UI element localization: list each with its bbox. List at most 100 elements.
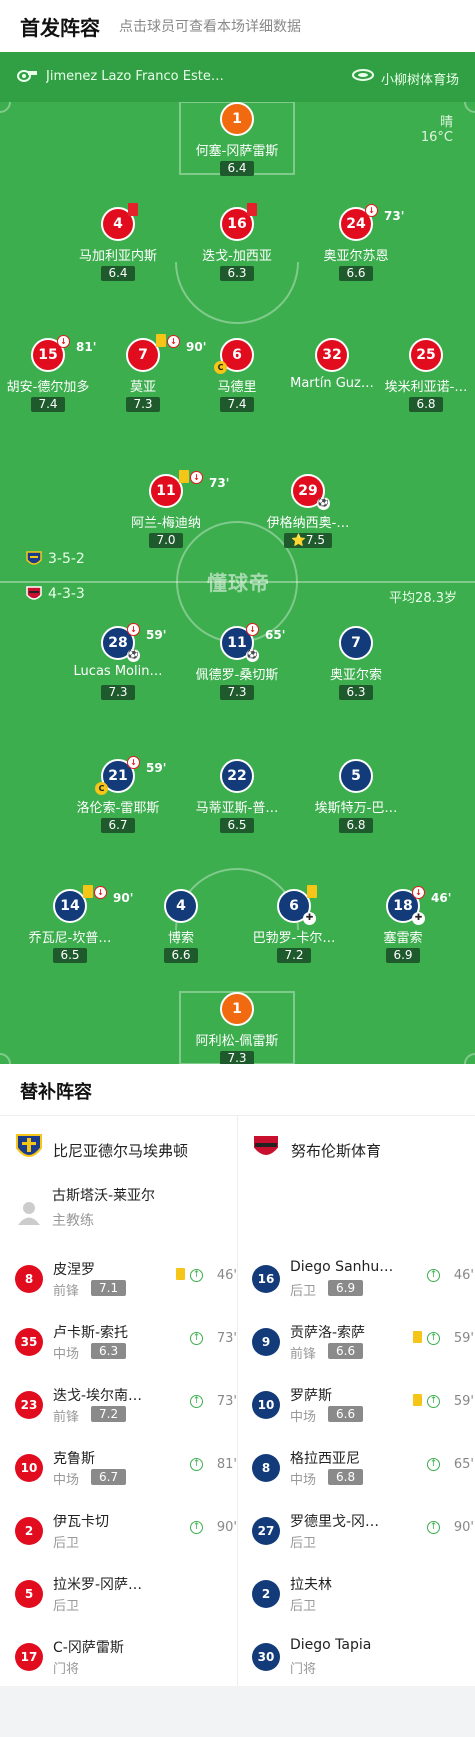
home-team-badge-icon: [26, 551, 42, 565]
home-player-29[interactable]: 29 ⚽ 伊格纳西奥-… ⭐7.5: [253, 474, 363, 548]
sub-position: 前锋: [290, 1347, 317, 1362]
yellow-card-icon: [413, 1331, 422, 1343]
yellow-card-icon: [156, 334, 166, 347]
sub-name: 拉夫林: [290, 1577, 332, 1593]
away-player-14[interactable]: 14 ↓ 90' 乔瓦尼-坎普… 6.5: [15, 885, 133, 963]
sub-name: 伊瓦卡切: [53, 1514, 109, 1530]
sub-in-icon: ↑: [427, 1395, 440, 1408]
home-player-16[interactable]: 16 迭戈-加西亚 6.3: [182, 203, 292, 281]
away-sub-row[interactable]: 8 格拉西亚尼 中场 6.8 ↑ 65': [252, 1446, 475, 1496]
substitutes-section: 替补阵容 比尼亚德尔马埃弗顿 努布伦斯体育 古斯塔沃-莱亚尔 主教练 8 皮涅罗…: [0, 1064, 475, 1686]
sub-position: 中场: [290, 1473, 317, 1488]
player-rating: 6.4: [220, 161, 254, 176]
sub-number: 9: [252, 1328, 280, 1356]
yellow-card-icon: [307, 885, 317, 898]
sub-time: 73': [384, 209, 405, 223]
sub-out-icon: ↓: [167, 335, 180, 348]
sub-in-icon: ↑: [427, 1332, 440, 1345]
away-sub-row[interactable]: 2 拉夫林 后卫: [252, 1572, 475, 1622]
away-player-1[interactable]: 1 阿利松-佩雷斯 7.3: [182, 992, 292, 1064]
sub-position: 后卫: [53, 1599, 80, 1614]
away-team-badge-icon: [252, 1134, 280, 1157]
home-player-25[interactable]: 25 埃米利亚诺-… 6.8: [371, 338, 475, 412]
captain-badge: C: [95, 782, 108, 795]
sub-number: 17: [15, 1643, 43, 1671]
away-sub-row[interactable]: 27 罗德里戈-冈… 后卫 ↑ 90': [252, 1509, 475, 1559]
player-number: 28 ↓ 59' ⚽: [101, 623, 166, 662]
lineup-header: 首发阵容 点击球员可查看本场详细数据: [0, 0, 475, 52]
player-name: 埃米利亚诺-…: [384, 380, 468, 393]
sub-number: 8: [15, 1265, 43, 1293]
sub-time: 59': [453, 1394, 474, 1409]
away-sub-row[interactable]: 9 贡萨洛-索萨 前锋 6.6 ↑ 59': [252, 1320, 475, 1370]
away-player-11[interactable]: 11 ↓ 65' ⚽ 佩德罗-桑切斯 7.3: [182, 623, 292, 700]
home-player-6[interactable]: 6C 马德里 7.4: [182, 338, 292, 412]
home-player-4[interactable]: 4 马加利亚内斯 6.4: [63, 203, 173, 281]
player-rating: 6.5: [220, 818, 254, 833]
goal-ball-icon: ⚽: [246, 649, 259, 662]
home-team-name[interactable]: 比尼亚德尔马埃弗顿: [53, 1140, 188, 1161]
player-name: 阿兰-梅迪纳: [131, 516, 201, 529]
player-number: 11 ↓ 65' ⚽: [220, 623, 285, 662]
home-sub-row[interactable]: 10 克鲁斯 中场 6.7 ↑ 81': [15, 1446, 245, 1496]
red-card-icon: [247, 203, 257, 216]
player-rating: 6.7: [101, 818, 135, 833]
sub-name: 罗萨斯: [290, 1388, 332, 1404]
away-player-22[interactable]: 22 马蒂亚斯-普… 6.5: [182, 759, 292, 833]
sub-number: 8: [252, 1454, 280, 1482]
home-player-1[interactable]: 1 何塞-冈萨雷斯 6.4: [182, 102, 292, 176]
away-player-5[interactable]: 5 埃斯特万-巴… 6.8: [301, 759, 411, 833]
player-name: 巴勃罗-卡尔…: [252, 931, 336, 944]
away-sub-row[interactable]: 10 罗萨斯 中场 6.6 ↑ 59': [252, 1383, 475, 1433]
red-card-icon: [128, 203, 138, 216]
away-player-18[interactable]: 18 ↓ 46' ✚ 塞雷索 6.9: [348, 886, 458, 963]
player-number: 6C: [214, 338, 254, 374]
player-rating: 7.3: [220, 1051, 254, 1064]
home-player-11[interactable]: 11 ↓ 73' 阿兰-梅迪纳 7.0: [111, 470, 229, 548]
away-player-21[interactable]: 21 ↓ 59' C 洛伦索-雷耶斯 6.7: [63, 756, 173, 833]
sub-in-icon: ↑: [427, 1458, 440, 1471]
sub-out-icon: ↓: [412, 886, 425, 899]
player-number: 4: [164, 889, 198, 923]
weather-text: 晴: [439, 115, 453, 130]
player-number: 32: [315, 338, 349, 372]
away-team-name[interactable]: 努布伦斯体育: [291, 1140, 381, 1161]
home-sub-row[interactable]: 5 拉米罗-冈萨… 后卫: [15, 1572, 245, 1622]
referee-name: Jimenez Lazo Franco Este…: [46, 69, 224, 84]
home-sub-row[interactable]: 8 皮涅罗 前锋 7.1 ↑ 46': [15, 1257, 245, 1307]
away-player-6[interactable]: 6 ✚ 巴勃罗-卡尔… 7.2: [239, 885, 349, 963]
coach-name[interactable]: 古斯塔沃-莱亚尔: [52, 1185, 155, 1205]
sub-name: 克鲁斯: [53, 1451, 95, 1467]
home-sub-row[interactable]: 35 卢卡斯-索托 中场 6.3 ↑ 73': [15, 1320, 245, 1370]
away-player-28[interactable]: 28 ↓ 59' ⚽ Lucas Molin… 7.3: [63, 623, 173, 700]
sub-position: 门将: [53, 1662, 80, 1677]
sub-position: 前锋: [53, 1284, 80, 1299]
away-sub-row[interactable]: 16 Diego Sanhu… 后卫 6.9 ↑ 46': [252, 1257, 475, 1307]
sub-rating: 6.6: [328, 1343, 364, 1359]
player-rating: 7.0: [149, 533, 183, 548]
sub-name: 皮涅罗: [53, 1262, 95, 1278]
sub-time: 46': [453, 1268, 474, 1283]
player-rating: ⭐7.5: [283, 533, 333, 548]
player-name: 乔瓦尼-坎普…: [28, 931, 112, 944]
home-sub-row[interactable]: 17 C-冈萨雷斯 门将: [15, 1635, 245, 1685]
match-info-bar: Jimenez Lazo Franco Este… 小柳树体育场: [0, 52, 475, 102]
stadium-icon: [352, 69, 374, 81]
home-sub-row[interactable]: 23 迭戈-埃尔南… 前锋 7.2 ↑ 73': [15, 1383, 245, 1433]
lineup-title: 首发阵容: [20, 16, 100, 40]
yellow-card-icon: [413, 1394, 422, 1406]
home-sub-row[interactable]: 2 伊瓦卡切 后卫 ↑ 90': [15, 1509, 245, 1559]
home-player-24[interactable]: 24 ↓ 73' 奥亚尔苏恩 6.6: [301, 204, 411, 281]
away-player-7[interactable]: 7 奥亚尔索 6.3: [301, 626, 411, 700]
away-sub-row[interactable]: 30 Diego Tapia 门将: [252, 1635, 475, 1685]
away-player-4[interactable]: 4 博索 6.6: [126, 889, 236, 963]
sub-rating: 6.8: [328, 1469, 364, 1485]
sub-number: 30: [252, 1643, 280, 1671]
venue-name: 小柳树体育场: [380, 73, 459, 88]
player-number: 29 ⚽: [291, 474, 330, 510]
sub-rating: 6.6: [328, 1406, 364, 1422]
player-name: 迭戈-加西亚: [202, 249, 272, 262]
sub-position: 中场: [53, 1347, 80, 1362]
player-name: 博索: [167, 931, 194, 944]
sub-rating: 6.7: [91, 1469, 127, 1485]
